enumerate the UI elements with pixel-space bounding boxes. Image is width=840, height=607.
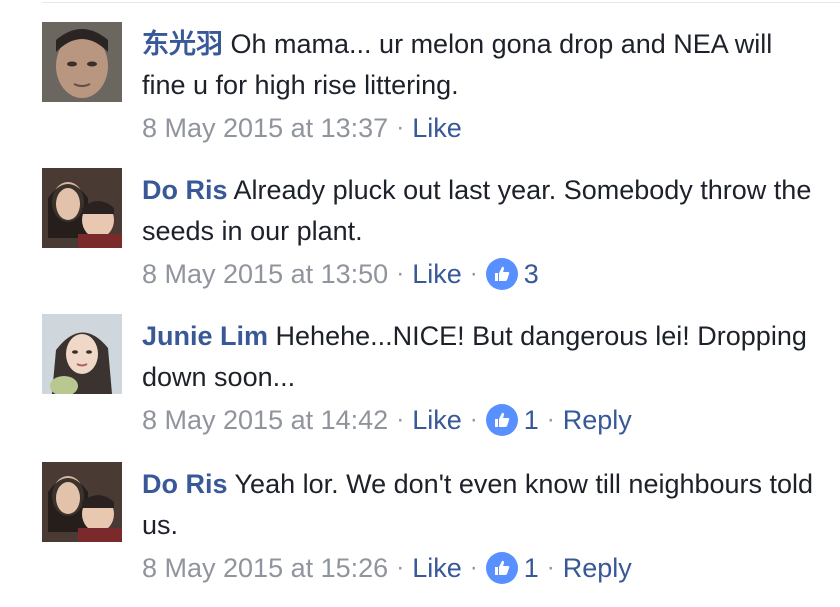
comment-text: Already pluck out last year. Somebody th… bbox=[142, 175, 812, 246]
reaction-count: 1 bbox=[523, 405, 539, 435]
meta-separator: · bbox=[469, 554, 478, 581]
comment-meta: 8 May 2015 at 15:26 · Like · 1 · Reply bbox=[142, 550, 822, 586]
reply-link[interactable]: Reply bbox=[563, 402, 632, 438]
reaction-count-badge[interactable]: 3 bbox=[485, 256, 539, 292]
comment-text-block: 东光羽 Oh mama... ur melon gona drop and NE… bbox=[142, 24, 822, 106]
reaction-count-badge[interactable]: 1 bbox=[485, 550, 539, 586]
like-link[interactable]: Like bbox=[412, 550, 462, 586]
comment-meta: 8 May 2015 at 13:37 · Like bbox=[142, 110, 822, 146]
comment-author[interactable]: Do Ris bbox=[142, 175, 228, 205]
avatar[interactable] bbox=[42, 168, 122, 248]
comment-timestamp[interactable]: 8 May 2015 at 13:50 bbox=[142, 256, 388, 292]
comment-body: Junie Lim Hehehe...NICE! But dangerous l… bbox=[142, 316, 822, 438]
comment-author[interactable]: Do Ris bbox=[142, 469, 228, 499]
meta-separator: · bbox=[469, 260, 478, 287]
comment-text-block: Do Ris Yeah lor. We don't even know till… bbox=[142, 464, 822, 546]
like-link[interactable]: Like bbox=[412, 402, 462, 438]
reaction-count: 3 bbox=[523, 259, 539, 289]
meta-separator: · bbox=[469, 406, 478, 433]
comment-author[interactable]: Junie Lim bbox=[142, 321, 268, 351]
comment-timestamp[interactable]: 8 May 2015 at 13:37 bbox=[142, 110, 388, 146]
meta-separator: · bbox=[396, 114, 405, 141]
avatar[interactable] bbox=[42, 314, 122, 394]
reaction-count-badge[interactable]: 1 bbox=[485, 402, 539, 438]
meta-separator: · bbox=[546, 406, 555, 433]
reaction-count: 1 bbox=[523, 553, 539, 583]
like-link[interactable]: Like bbox=[412, 110, 462, 146]
comment-text-block: Junie Lim Hehehe...NICE! But dangerous l… bbox=[142, 316, 822, 398]
comment-meta: 8 May 2015 at 13:50 · Like · 3 bbox=[142, 256, 822, 292]
thumbs-up-icon bbox=[485, 552, 518, 584]
comment-timestamp[interactable]: 8 May 2015 at 15:26 bbox=[142, 550, 388, 586]
comment-body: 东光羽 Oh mama... ur melon gona drop and NE… bbox=[142, 24, 822, 146]
comment-meta: 8 May 2015 at 14:42 · Like · 1 · Reply bbox=[142, 402, 822, 438]
meta-separator: · bbox=[396, 554, 405, 581]
comment-timestamp[interactable]: 8 May 2015 at 14:42 bbox=[142, 402, 388, 438]
like-link[interactable]: Like bbox=[412, 256, 462, 292]
meta-separator: · bbox=[546, 554, 555, 581]
comment-body: Do Ris Yeah lor. We don't even know till… bbox=[142, 464, 822, 586]
top-divider bbox=[42, 2, 840, 3]
thumbs-up-icon bbox=[485, 404, 518, 436]
meta-separator: · bbox=[396, 260, 405, 287]
avatar[interactable] bbox=[42, 462, 122, 542]
comment-text: Yeah lor. We don't even know till neighb… bbox=[142, 469, 814, 540]
avatar[interactable] bbox=[42, 22, 122, 102]
comment-author[interactable]: 东光羽 bbox=[142, 29, 223, 59]
comment-text: Oh mama... ur melon gona drop and NEA wi… bbox=[142, 29, 773, 100]
comment-text-block: Do Ris Already pluck out last year. Some… bbox=[142, 170, 822, 252]
comment-body: Do Ris Already pluck out last year. Some… bbox=[142, 170, 822, 292]
thumbs-up-icon bbox=[485, 258, 518, 290]
meta-separator: · bbox=[396, 406, 405, 433]
reply-link[interactable]: Reply bbox=[563, 550, 632, 586]
